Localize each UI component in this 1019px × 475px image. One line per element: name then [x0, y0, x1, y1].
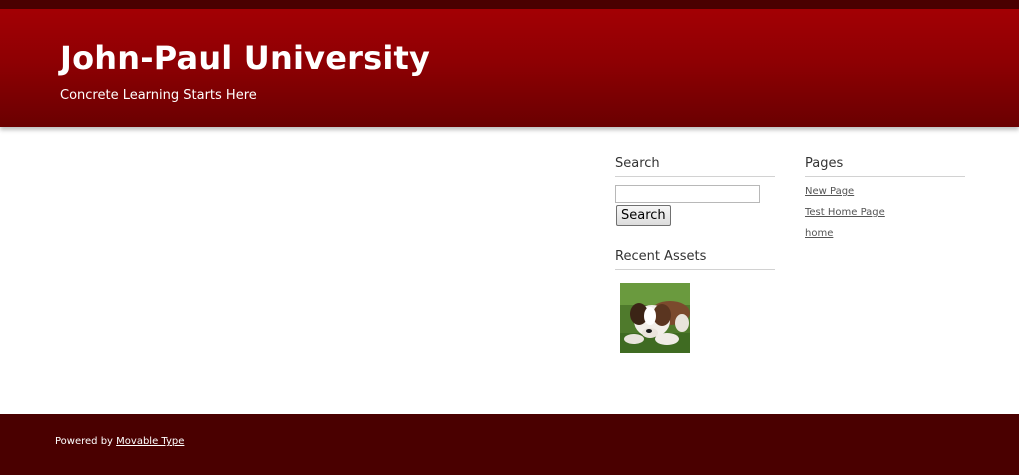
list-item: New Page	[805, 185, 965, 206]
page-link-test-home-page[interactable]: Test Home Page	[805, 207, 885, 218]
footer-text: Powered by Movable Type	[55, 436, 184, 447]
recent-assets-widget: Recent Assets	[615, 249, 775, 353]
site-footer: Powered by Movable Type	[0, 414, 1019, 475]
list-item: Test Home Page	[805, 206, 965, 227]
site-header: John-Paul University Concrete Learning S…	[0, 9, 1019, 127]
top-bar	[0, 0, 1019, 9]
search-button[interactable]: Search	[616, 205, 671, 226]
list-item: home	[805, 227, 965, 248]
pages-widget: Pages New Page Test Home Page home	[805, 156, 965, 248]
dog-photo-icon	[620, 283, 690, 353]
asset-thumbnail-dog[interactable]	[620, 283, 690, 353]
site-title[interactable]: John-Paul University	[60, 39, 430, 77]
search-input[interactable]	[615, 185, 760, 203]
search-widget: Search Search	[615, 156, 775, 226]
movable-type-link[interactable]: Movable Type	[116, 436, 184, 447]
site-tagline: Concrete Learning Starts Here	[60, 88, 257, 103]
powered-by-label: Powered by	[55, 436, 113, 447]
page-link-new-page[interactable]: New Page	[805, 186, 854, 197]
recent-assets-title: Recent Assets	[615, 249, 775, 270]
pages-list: New Page Test Home Page home	[805, 185, 965, 248]
search-widget-title: Search	[615, 156, 775, 177]
page-link-home[interactable]: home	[805, 228, 833, 239]
pages-widget-title: Pages	[805, 156, 965, 177]
